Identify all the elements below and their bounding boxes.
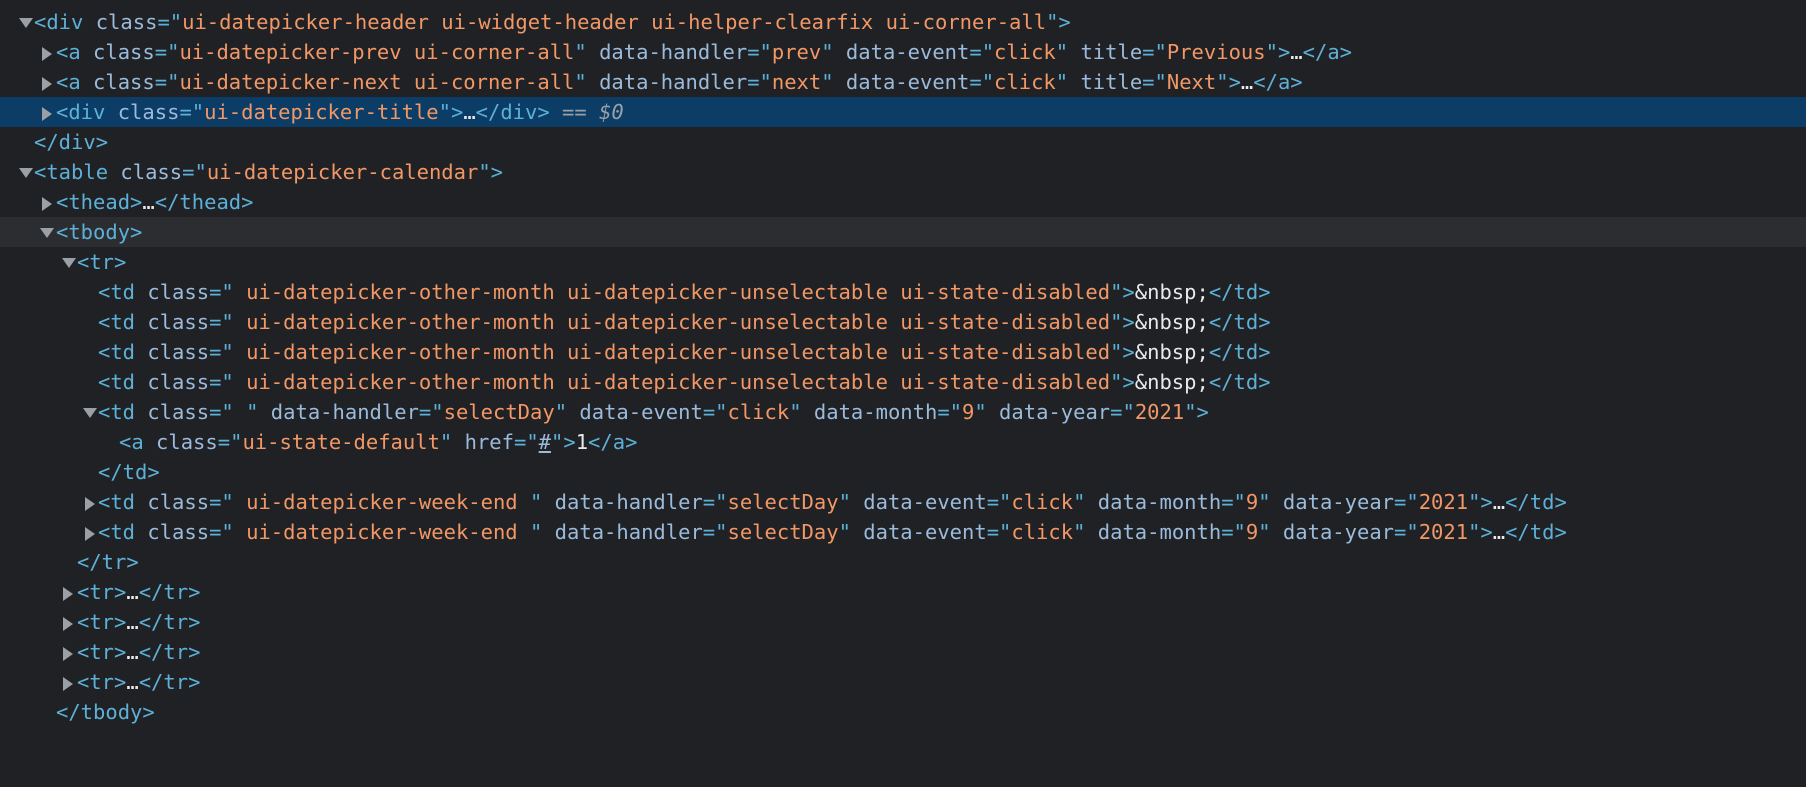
collapse-triangle-icon[interactable] (38, 97, 54, 127)
tree-node-td-disabled[interactable]: <td class=" ui-datepicker-other-month ui… (0, 337, 1806, 367)
tree-node-td-select-day[interactable]: <td class=" " data-handler="selectDay" d… (0, 397, 1806, 427)
elements-tree: <div class="ui-datepicker-header ui-widg… (0, 0, 1806, 724)
href-link[interactable]: # (539, 430, 551, 454)
node-markup: <a class="ui-datepicker-prev ui-corner-a… (56, 40, 1353, 64)
node-markup: <td class=" ui-datepicker-other-month ui… (98, 370, 1271, 394)
tree-node-closing-td[interactable]: </td> (0, 457, 1806, 487)
tree-node-td-disabled[interactable]: <td class=" ui-datepicker-other-month ui… (0, 307, 1806, 337)
node-markup: <a class="ui-datepicker-next ui-corner-a… (56, 70, 1303, 94)
node-markup: <td class=" ui-datepicker-other-month ui… (98, 340, 1271, 364)
node-markup: <tr>…</tr> (77, 580, 201, 604)
tree-node-tr-collapsed[interactable]: <tr>…</tr> (0, 577, 1806, 607)
node-markup: </tr> (77, 550, 139, 574)
tree-node-td-disabled[interactable]: <td class=" ui-datepicker-other-month ui… (0, 367, 1806, 397)
expand-triangle-icon[interactable] (60, 247, 76, 277)
expand-triangle-icon[interactable] (38, 217, 54, 247)
collapse-triangle-icon[interactable] (59, 607, 75, 637)
node-markup: <a class="ui-state-default" href="#">1</… (119, 430, 638, 454)
node-markup: <thead>…</thead> (56, 190, 254, 214)
node-markup: </div> (34, 130, 109, 154)
tree-node-thead[interactable]: <thead>…</thead> (0, 187, 1806, 217)
tree-node-td-week-end[interactable]: <td class=" ui-datepicker-week-end " dat… (0, 517, 1806, 547)
node-markup: <tr> (77, 250, 127, 274)
node-markup: <tr>…</tr> (77, 640, 201, 664)
tree-node-datepicker-title-selected[interactable]: <div class="ui-datepicker-title">…</div>… (0, 97, 1806, 127)
collapse-triangle-icon[interactable] (81, 487, 97, 517)
collapse-triangle-icon[interactable] (59, 577, 75, 607)
tree-node-datepicker-next[interactable]: <a class="ui-datepicker-next ui-corner-a… (0, 67, 1806, 97)
tree-node-datepicker-calendar[interactable]: <table class="ui-datepicker-calendar"> (0, 157, 1806, 187)
node-markup: <td class=" ui-datepicker-other-month ui… (98, 280, 1271, 304)
node-markup: <td class=" ui-datepicker-week-end " dat… (98, 490, 1567, 514)
node-markup: </td> (98, 460, 160, 484)
tree-node-tbody[interactable]: <tbody> (0, 217, 1806, 247)
tree-node-anchor-day-1[interactable]: <a class="ui-state-default" href="#">1</… (0, 427, 1806, 457)
expand-triangle-icon[interactable] (17, 157, 33, 187)
collapse-triangle-icon[interactable] (38, 37, 54, 67)
expand-triangle-icon[interactable] (17, 7, 33, 37)
node-markup: <div class="ui-datepicker-title">…</div>… (56, 100, 624, 124)
node-markup: <tbody> (56, 220, 143, 244)
collapse-triangle-icon[interactable] (59, 667, 75, 697)
collapse-triangle-icon[interactable] (38, 67, 54, 97)
expand-triangle-icon[interactable] (81, 397, 97, 427)
tree-node-tr-collapsed[interactable]: <tr>…</tr> (0, 637, 1806, 667)
tree-node-tr-expanded[interactable]: <tr> (0, 247, 1806, 277)
tree-node-datepicker-prev[interactable]: <a class="ui-datepicker-prev ui-corner-a… (0, 37, 1806, 67)
collapse-triangle-icon[interactable] (38, 187, 54, 217)
node-markup: <table class="ui-datepicker-calendar"> (34, 160, 504, 184)
tree-node-tr-collapsed[interactable]: <tr>…</tr> (0, 607, 1806, 637)
console-reference: == $0 (549, 100, 624, 124)
tree-node-tr-collapsed[interactable]: <tr>…</tr> (0, 667, 1806, 697)
tree-node-closing-tbody[interactable]: </tbody> (0, 697, 1806, 727)
node-markup: <tr>…</tr> (77, 610, 201, 634)
node-markup: </tbody> (56, 700, 155, 724)
node-markup: <div class="ui-datepicker-header ui-widg… (34, 10, 1071, 34)
collapse-triangle-icon[interactable] (59, 637, 75, 667)
tree-node-closing-div[interactable]: </div> (0, 127, 1806, 157)
node-markup: <td class=" " data-handler="selectDay" d… (98, 400, 1209, 424)
tree-node-datepicker-header[interactable]: <div class="ui-datepicker-header ui-widg… (0, 7, 1806, 37)
node-markup: <td class=" ui-datepicker-other-month ui… (98, 310, 1271, 334)
tree-node-closing-tr[interactable]: </tr> (0, 547, 1806, 577)
node-markup: <tr>…</tr> (77, 670, 201, 694)
tree-node-td-week-end[interactable]: <td class=" ui-datepicker-week-end " dat… (0, 487, 1806, 517)
tree-node-td-disabled[interactable]: <td class=" ui-datepicker-other-month ui… (0, 277, 1806, 307)
collapse-triangle-icon[interactable] (81, 517, 97, 547)
node-markup: <td class=" ui-datepicker-week-end " dat… (98, 520, 1567, 544)
